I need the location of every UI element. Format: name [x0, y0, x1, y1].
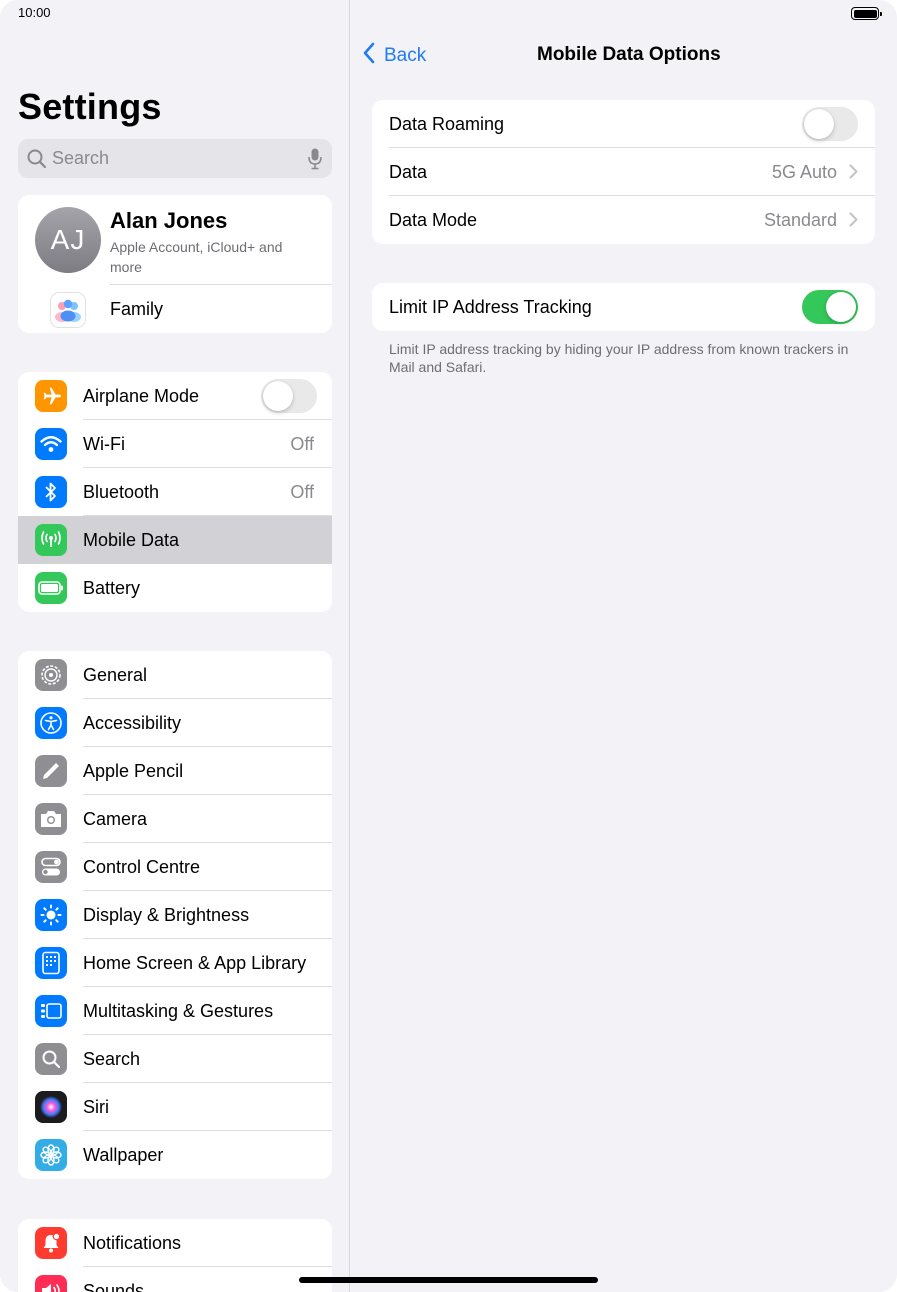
sidebar-item-bluetooth[interactable]: Bluetooth Off	[18, 468, 332, 516]
sidebar-item-notifications[interactable]: Notifications	[18, 1219, 332, 1267]
sidebar-item-label: Home Screen & App Library	[83, 952, 307, 973]
row-label: Data	[389, 162, 428, 182]
sidebar-item-control-centre[interactable]: Control Centre	[18, 843, 332, 891]
limit-ip-tracking-row[interactable]: Limit IP Address Tracking	[372, 283, 875, 331]
settings-sidebar: 10:00 Settings Search AJ Alan Jones Appl…	[0, 0, 350, 1292]
flower-icon	[35, 1139, 67, 1171]
privacy-group: Limit IP Address Tracking	[372, 283, 875, 331]
siri-icon	[35, 1091, 67, 1123]
family-row[interactable]: Family	[18, 285, 332, 333]
sidebar-item-label: Wi-Fi	[83, 433, 125, 454]
account-subtitle: Apple Account, iCloud+ and more	[110, 239, 283, 275]
home-screen-icon	[35, 947, 67, 979]
bluetooth-icon	[35, 476, 67, 508]
data-roaming-row[interactable]: Data Roaming	[372, 100, 875, 148]
sidebar-item-label: Airplane Mode	[83, 385, 200, 406]
sidebar-item-multitasking[interactable]: Multitasking & Gestures	[18, 987, 332, 1035]
sidebar-item-airplane-mode[interactable]: Airplane Mode	[18, 372, 332, 420]
microphone-icon[interactable]	[308, 148, 322, 175]
accessibility-icon	[35, 707, 67, 739]
limit-ip-tracking-toggle[interactable]	[802, 290, 858, 324]
back-button[interactable]: Back	[362, 42, 426, 69]
connectivity-group: Airplane Mode Wi-Fi Off Bluetooth Off Mo…	[18, 372, 332, 612]
sidebar-item-general[interactable]: General	[18, 651, 332, 699]
row-label: Data Roaming	[389, 114, 505, 134]
sidebar-item-label: Apple Pencil	[83, 760, 184, 781]
limit-ip-footnote: Limit IP address tracking by hiding your…	[389, 341, 849, 375]
sidebar-item-apple-pencil[interactable]: Apple Pencil	[18, 747, 332, 795]
home-indicator[interactable]	[299, 1277, 598, 1283]
chevron-left-icon	[362, 42, 376, 69]
data-mode-row[interactable]: Data Mode Standard	[372, 196, 875, 244]
data-mode-value: Standard	[763, 210, 837, 230]
sidebar-item-label: Siri	[83, 1096, 109, 1117]
sidebar-item-label: General	[83, 664, 148, 685]
data-roaming-toggle[interactable]	[802, 107, 858, 141]
page-title: Settings	[18, 86, 162, 127]
account-group: AJ Alan Jones Apple Account, iCloud+ and…	[18, 195, 332, 333]
sidebar-item-label: Mobile Data	[83, 529, 180, 550]
bluetooth-status: Off	[290, 481, 314, 502]
bell-icon	[35, 1227, 67, 1259]
sidebar-item-label: Notifications	[83, 1232, 182, 1253]
chevron-right-icon	[849, 212, 858, 232]
sidebar-item-battery[interactable]: Battery	[18, 564, 332, 612]
back-label: Back	[384, 44, 427, 66]
row-label: Limit IP Address Tracking	[389, 297, 592, 317]
sidebar-item-wallpaper[interactable]: Wallpaper	[18, 1131, 332, 1179]
switches-icon	[35, 851, 67, 883]
avatar: AJ	[35, 207, 101, 273]
battery-icon	[35, 572, 67, 604]
ipad-screen: 10:00 Settings Search AJ Alan Jones Appl…	[0, 0, 897, 1292]
gear-icon	[35, 659, 67, 691]
family-label: Family	[110, 299, 163, 319]
general-group: General Accessibility Apple Pencil Camer…	[18, 651, 332, 1179]
sidebar-item-camera[interactable]: Camera	[18, 795, 332, 843]
sidebar-item-wifi[interactable]: Wi-Fi Off	[18, 420, 332, 468]
notifications-group: Notifications Sounds	[18, 1219, 332, 1292]
chevron-right-icon	[849, 164, 858, 184]
magnifier-icon	[27, 149, 47, 174]
data-value: 5G Auto	[771, 162, 837, 182]
sidebar-item-label: Accessibility	[83, 712, 182, 733]
search-field[interactable]: Search	[18, 139, 332, 178]
account-name: Alan Jones	[110, 208, 228, 233]
row-label: Data Mode	[389, 210, 478, 230]
speaker-icon	[35, 1275, 67, 1292]
sidebar-item-sounds[interactable]: Sounds	[18, 1267, 332, 1292]
sidebar-item-mobile-data[interactable]: Mobile Data	[18, 516, 332, 564]
sidebar-item-label: Search	[83, 1048, 141, 1069]
family-icon	[50, 292, 86, 328]
data-options-group: Data Roaming Data 5G Auto Data Mode Stan…	[372, 100, 875, 244]
search-icon	[35, 1043, 67, 1075]
sidebar-item-siri[interactable]: Siri	[18, 1083, 332, 1131]
apple-account-row[interactable]: AJ Alan Jones Apple Account, iCloud+ and…	[18, 195, 332, 285]
airplane-icon	[35, 380, 67, 412]
sidebar-item-accessibility[interactable]: Accessibility	[18, 699, 332, 747]
sidebar-item-label: Display & Brightness	[83, 904, 250, 925]
airplane-mode-toggle[interactable]	[261, 379, 317, 413]
sidebar-item-label: Battery	[83, 577, 141, 598]
sidebar-item-label: Sounds	[83, 1280, 145, 1292]
battery-status-icon	[851, 7, 882, 20]
sidebar-item-search[interactable]: Search	[18, 1035, 332, 1083]
sidebar-item-display-brightness[interactable]: Display & Brightness	[18, 891, 332, 939]
status-time: 10:00	[18, 5, 51, 20]
sidebar-item-label: Wallpaper	[83, 1144, 164, 1165]
antenna-icon	[35, 524, 67, 556]
detail-title: Mobile Data Options	[537, 44, 721, 65]
sidebar-item-label: Multitasking & Gestures	[83, 1000, 274, 1021]
camera-icon	[35, 803, 67, 835]
data-row[interactable]: Data 5G Auto	[372, 148, 875, 196]
pencil-icon	[35, 755, 67, 787]
wifi-icon	[35, 428, 67, 460]
search-placeholder: Search	[52, 148, 110, 168]
wifi-status: Off	[290, 433, 314, 454]
sidebar-item-label: Control Centre	[83, 856, 201, 877]
sidebar-item-home-screen[interactable]: Home Screen & App Library	[18, 939, 332, 987]
sidebar-item-label: Camera	[83, 808, 148, 829]
sun-icon	[35, 899, 67, 931]
multitasking-icon	[35, 995, 67, 1027]
sidebar-item-label: Bluetooth	[83, 481, 160, 502]
